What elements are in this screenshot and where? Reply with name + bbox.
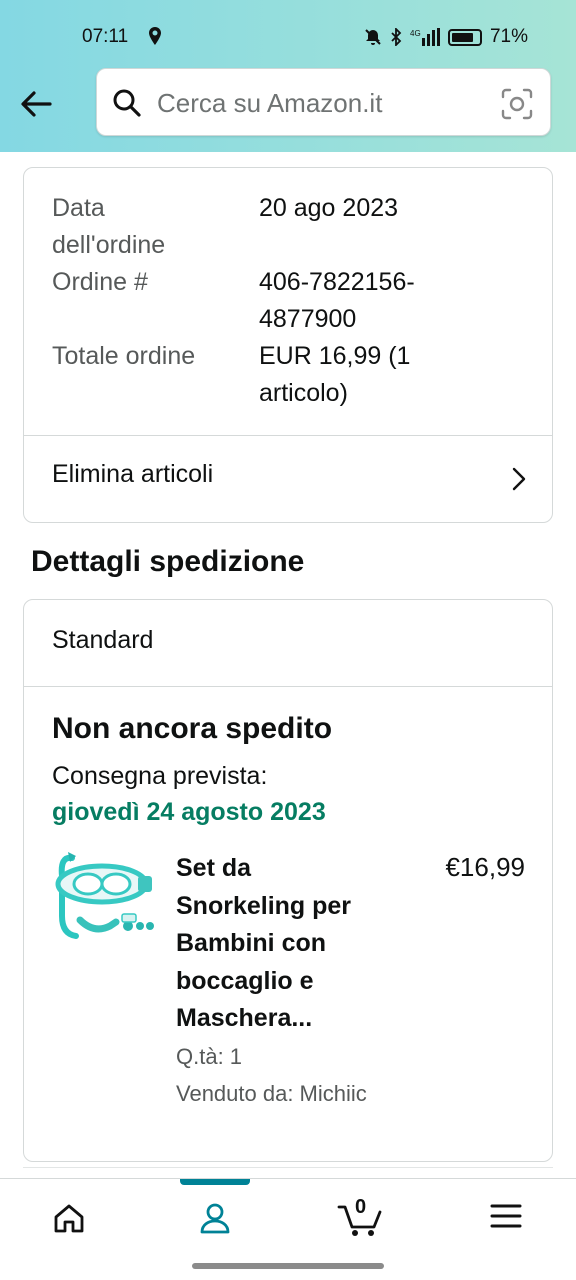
account-icon [200,1203,230,1234]
order-total-value: EUR 16,99 (1 articolo) [259,342,411,407]
mute-icon [365,29,381,45]
menu-icon [490,1204,522,1228]
search-bar[interactable] [96,68,551,136]
order-summary-card: Data dell'ordine 20 ago 2023 Ordine # 40… [23,167,553,523]
product-quantity: Q.tà: 1 [176,1044,243,1069]
battery-percent: 71% [489,26,528,47]
order-details: Data dell'ordine 20 ago 2023 Ordine # 40… [52,190,532,412]
camera-search-icon[interactable] [500,87,534,121]
status-icons: 4G 71% [364,26,528,48]
location-icon [148,27,162,51]
content-divider [23,1167,553,1168]
delivery-label: Consegna prevista: [52,762,268,790]
nav-account[interactable] [175,1179,255,1257]
app-header: 07:11 4G 71% [0,0,576,152]
shipment-card: Standard Non ancora spedito Consegna pre… [23,599,553,1162]
status-bar: 07:11 4G 71% [0,20,576,56]
order-number-row: Ordine # 406-7822156- 4877900 [52,264,532,338]
nav-menu[interactable] [466,1179,546,1257]
nav-home[interactable] [29,1179,109,1257]
search-input[interactable] [157,85,477,121]
product-seller: Venduto da: Michiic [176,1081,367,1106]
product-image[interactable] [50,846,160,956]
order-number-label: Ordine # [52,268,148,296]
cart-count-badge: 0 [355,1196,367,1218]
order-date-label: Data dell'ordine [52,194,166,259]
shipping-section-title: Dettagli spedizione [31,545,305,578]
svg-text:4G: 4G [410,29,421,38]
shipping-method: Standard [52,626,154,654]
bluetooth-icon [391,28,402,46]
signal-icon: 4G [410,28,440,46]
battery-icon [447,28,482,46]
remove-items-label: Elimina articoli [52,460,214,488]
back-arrow-icon[interactable] [16,84,56,124]
order-total-row: Totale ordine EUR 16,99 (1 articolo) [52,338,532,412]
order-date-row: Data dell'ordine 20 ago 2023 [52,190,532,264]
bottom-navigation [0,1178,576,1256]
chevron-right-icon [512,467,526,491]
order-date-value: 20 ago 2023 [259,194,399,222]
order-total-label: Totale ordine [52,342,196,370]
status-time: 07:11 [82,26,129,47]
order-number-value: 406-7822156- 4877900 [259,268,415,333]
divider [24,686,552,687]
search-icon [113,89,141,117]
product-title-link[interactable]: Set da Snorkeling per Bambini con boccag… [176,850,396,1038]
gesture-handle[interactable] [192,1263,384,1269]
home-icon [54,1204,84,1233]
shipment-status: Non ancora spedito [52,712,333,745]
product-price: €16,99 [445,852,525,882]
remove-items-button[interactable]: Elimina articoli [24,436,552,522]
delivery-date: giovedì 24 agosto 2023 [52,798,326,826]
